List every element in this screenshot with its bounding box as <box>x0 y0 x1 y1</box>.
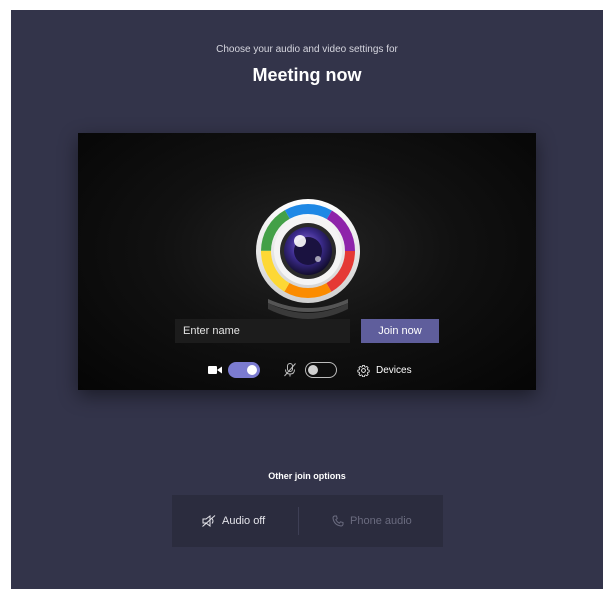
av-controls: Devices <box>78 361 536 381</box>
name-input[interactable] <box>175 319 350 343</box>
phone-icon <box>332 515 344 527</box>
meeting-join-screen: Choose your audio and video settings for… <box>11 10 603 589</box>
gear-icon <box>357 364 370 377</box>
camera-toggle[interactable] <box>228 362 260 378</box>
other-join-options-label: Other join options <box>268 471 346 481</box>
other-join-options-panel: Audio off Phone audio <box>172 495 443 547</box>
webcam-illustration <box>256 199 360 319</box>
mic-off-icon <box>284 363 296 377</box>
microphone-toggle[interactable] <box>305 362 337 378</box>
audio-off-button[interactable]: Audio off <box>202 495 265 547</box>
audio-off-label: Audio off <box>222 515 266 527</box>
meeting-title: Meeting now <box>252 65 362 85</box>
join-now-button[interactable]: Join now <box>361 319 439 343</box>
devices-button[interactable]: Devices <box>357 361 412 379</box>
speaker-off-icon <box>202 515 216 527</box>
header-subtitle: Choose your audio and video settings for <box>216 44 398 55</box>
toggle-knob <box>308 364 318 375</box>
video-preview: Join now <box>78 133 536 390</box>
options-divider <box>298 507 299 535</box>
phone-audio-label: Phone audio <box>350 515 412 527</box>
phone-audio-button[interactable]: Phone audio <box>332 495 412 547</box>
video-camera-icon <box>208 366 222 374</box>
toggle-knob <box>247 365 257 375</box>
devices-label: Devices <box>376 364 412 376</box>
